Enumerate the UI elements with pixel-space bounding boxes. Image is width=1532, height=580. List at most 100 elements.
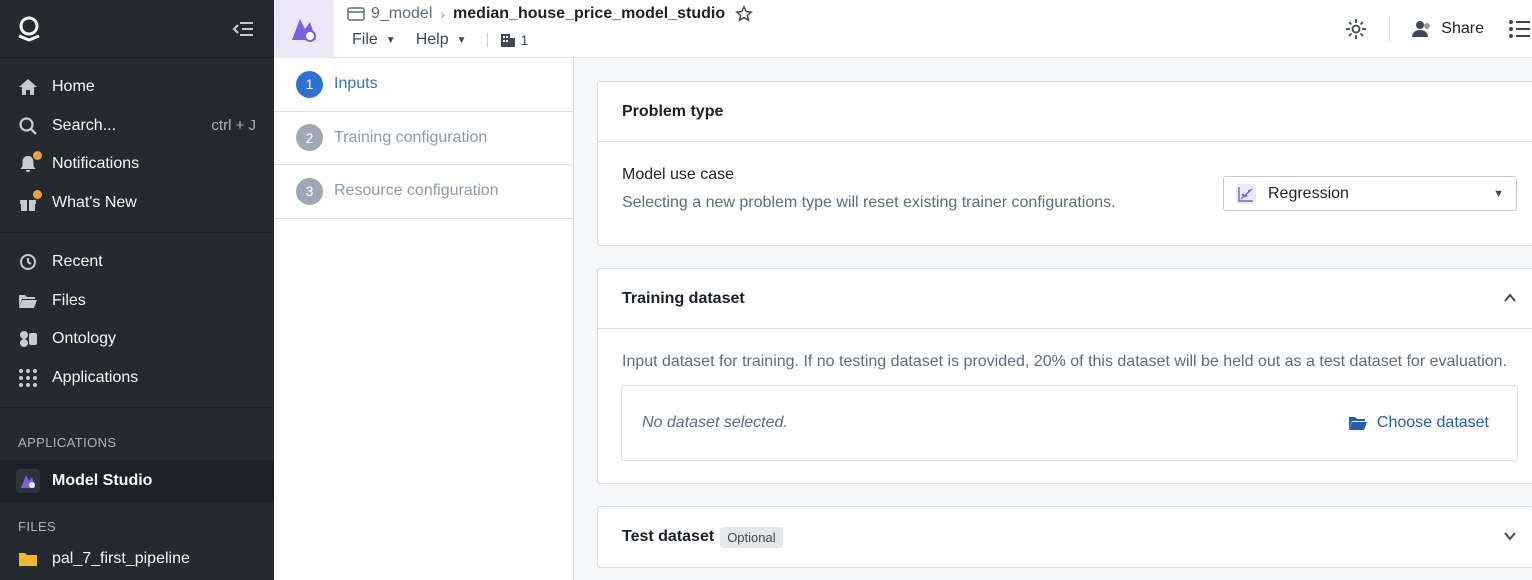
sidebar-item-applications[interactable]: Applications [0,359,274,398]
sidebar-item-label: Home [52,78,95,96]
step-training-configuration[interactable]: 2 Training configuration [274,112,573,165]
step-inputs[interactable]: 1 Inputs [274,58,573,112]
sidebar-item-label: What's New [52,193,137,211]
steps-panel: 1 Inputs 2 Training configuration 3 Reso… [274,58,574,580]
share-label: Share [1441,20,1484,37]
dataset-selector: No dataset selected. Choose dataset [621,385,1518,461]
help-menu-label: Help [415,31,449,48]
step-label: Training configuration [334,128,488,146]
choose-dataset-label: Choose dataset [1376,414,1489,431]
test-dataset-title: Test dataset [622,528,715,545]
menu-bar: File ▼ Help ▼ 1 [352,31,528,49]
file-menu-label: File [352,31,378,48]
sidebar-item-notifications[interactable]: Notifications [0,145,274,184]
sidebar-item-search[interactable]: Search... ctrl + J [0,107,274,146]
caret-down-icon: ▼ [1493,187,1504,200]
home-icon [18,77,38,97]
gift-icon [18,189,42,213]
sidebar-item-label: Ontology [52,330,117,348]
sidebar-item-label: pal_7_first_pipeline [52,550,190,568]
top-right-actions: Share [1345,0,1532,58]
history-icon [18,252,38,272]
sidebar-item-label: Notifications [52,155,140,173]
main-content: Problem type Model use case Selecting a … [574,58,1532,580]
chevron-down-icon[interactable] [1503,529,1517,543]
sidebar-applications: APPLICATIONS Model Studio FILES pal_7_fi… [0,408,274,579]
folder-open-icon [1348,417,1367,430]
notification-dot [33,189,42,199]
grid-icon [18,368,38,388]
branch-indicator[interactable]: 1 [500,32,529,48]
step-label: Resource configuration [334,182,499,200]
collapse-sidebar-icon[interactable] [232,20,254,38]
files-heading: FILES [18,518,57,534]
building-icon [500,34,515,47]
step-number: 1 [296,70,323,98]
folder-outline-icon [347,7,365,21]
no-dataset-text: No dataset selected. [642,414,788,431]
breadcrumb: 9_model › median_house_price_model_studi… [347,5,754,23]
sidebar-item-label: Files [52,291,86,309]
file-menu[interactable]: File ▼ [352,31,396,49]
sidebar-item-files[interactable]: Files [0,282,274,321]
list-icon[interactable] [1508,19,1530,39]
folder-icon [18,549,38,569]
sidebar: Home Search... ctrl + J Notifications Wh… [0,0,274,580]
caret-down-icon: ▼ [456,34,467,46]
search-icon [18,116,38,136]
selected-value: Regression [1268,184,1349,202]
step-number: 3 [296,177,323,205]
sidebar-item-label: Applications [52,368,139,386]
model-use-case-select[interactable]: Regression ▼ [1223,176,1517,211]
divider [486,33,488,47]
settings-sun-icon[interactable] [1345,18,1367,40]
palantir-logo-icon[interactable] [16,16,42,42]
model-studio-app-icon[interactable] [274,0,334,58]
training-dataset-card: Training dataset Input dataset for train… [597,268,1532,484]
sidebar-header [0,0,274,58]
training-dataset-description: Input dataset for training. If no testin… [622,353,1507,370]
search-shortcut: ctrl + J [211,117,256,135]
sidebar-item-file[interactable]: pal_7_first_pipeline [0,540,274,579]
optional-tag: Optional [720,526,783,548]
sidebar-item-model-studio[interactable]: Model Studio [0,460,274,502]
problem-type-body: Model use case Selecting a new problem t… [598,142,1532,236]
problem-type-header: Problem type [598,82,1532,142]
sidebar-item-ontology[interactable]: Ontology [0,320,274,359]
chevron-right-icon: › [440,6,446,22]
sidebar-item-label: Search... [52,116,117,134]
applications-heading: APPLICATIONS [18,434,117,450]
resource-title: median_house_price_model_studio [453,5,726,22]
divider [1389,16,1391,42]
test-dataset-card: Test dataset Optional [597,506,1532,568]
regression-icon [1236,183,1256,204]
branch-count: 1 [520,32,529,48]
sidebar-secondary-nav: Recent Files Ontology Applications [0,233,274,408]
sidebar-item-label: Model Studio [52,472,153,489]
share-button[interactable]: Share [1412,20,1484,38]
training-dataset-title: Training dataset [622,289,745,307]
bell-icon [18,151,42,174]
people-icon [1412,21,1431,37]
model-studio-icon [16,469,40,493]
step-number: 2 [296,124,323,152]
sidebar-item-label: Recent [52,253,103,271]
top-bar: 9_model › median_house_price_model_studi… [274,0,1532,58]
chevron-up-icon[interactable] [1503,291,1517,305]
sidebar-primary-nav: Home Search... ctrl + J Notifications Wh… [0,58,274,233]
breadcrumb-folder[interactable]: 9_model [371,5,432,23]
training-dataset-header[interactable]: Training dataset [598,269,1532,329]
choose-dataset-button[interactable]: Choose dataset [1348,414,1489,432]
step-resource-configuration[interactable]: 3 Resource configuration [274,165,573,219]
help-menu[interactable]: Help ▼ [416,31,467,49]
problem-type-card: Problem type Model use case Selecting a … [597,81,1532,246]
test-dataset-header[interactable]: Test dataset Optional [598,507,1532,567]
folder-open-icon [18,291,38,311]
star-icon[interactable] [735,5,754,23]
caret-down-icon: ▼ [385,34,396,46]
sidebar-item-whats-new[interactable]: What's New [0,184,274,223]
notification-dot [33,151,42,161]
sidebar-item-home[interactable]: Home [0,68,274,107]
sidebar-item-recent[interactable]: Recent [0,243,274,282]
cube-icon [18,329,38,349]
